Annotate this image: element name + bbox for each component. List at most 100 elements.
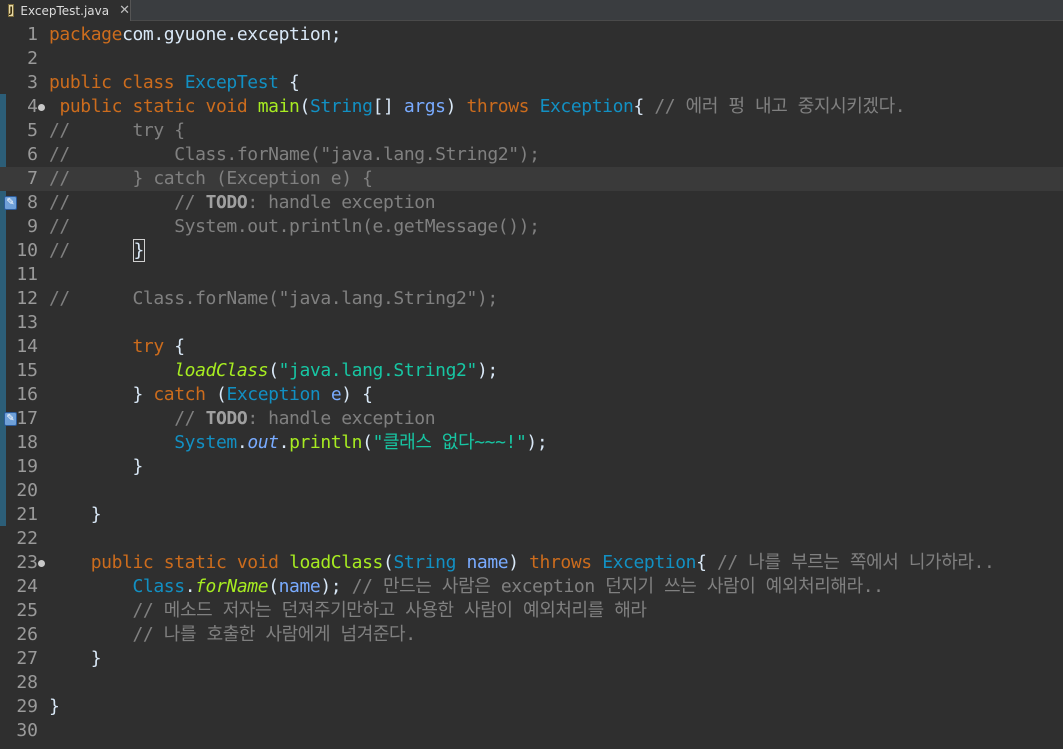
code-line[interactable]: 24 Class.forName(name); // 만드는 사람은 excep… bbox=[0, 575, 1063, 599]
code-token: { bbox=[163, 336, 185, 357]
code-text: } bbox=[49, 647, 102, 671]
code-token: // } catch (Exception e) { bbox=[49, 168, 373, 189]
code-text: public static void main(String[] args) t… bbox=[49, 95, 905, 119]
code-token: { bbox=[278, 72, 300, 93]
code-line[interactable]: 7 // } catch (Exception e) { bbox=[0, 167, 1063, 191]
line-number: 1 bbox=[27, 24, 38, 45]
code-text: // 메소드 저자는 던져주기만하고 사용한 사람이 예외처리를 해라 bbox=[49, 599, 647, 623]
code-line[interactable]: 15 loadClass("java.lang.String2"); bbox=[0, 359, 1063, 383]
code-token: // try { bbox=[49, 120, 185, 141]
code-text: packagecom.gyuone.exception; bbox=[49, 23, 342, 47]
code-text: // // TODO: handle exception bbox=[49, 191, 436, 215]
code-line[interactable]: 11 bbox=[0, 263, 1063, 287]
code-token: Exception bbox=[539, 96, 634, 117]
code-line[interactable]: 26 // 나를 호출한 사람에게 넘겨준다. bbox=[0, 623, 1063, 647]
code-token: Exception bbox=[226, 384, 321, 405]
code-text: // TODO: handle exception bbox=[49, 407, 435, 431]
code-line[interactable]: 28 bbox=[0, 671, 1063, 695]
code-line[interactable]: 25 // 메소드 저자는 던져주기만하고 사용한 사람이 예외처리를 해라 bbox=[0, 599, 1063, 623]
code-line[interactable]: 23 public static void loadClass(String n… bbox=[0, 551, 1063, 575]
code-token: public static void bbox=[90, 552, 279, 573]
code-token: ) { bbox=[341, 384, 373, 405]
code-token: // bbox=[49, 240, 133, 261]
code-token: main bbox=[257, 96, 300, 117]
line-number: 22 bbox=[16, 528, 38, 549]
fold-toggle-icon[interactable] bbox=[38, 560, 45, 567]
code-token: ( bbox=[299, 96, 311, 117]
code-line[interactable]: 3 public class ExcepTest { bbox=[0, 71, 1063, 95]
code-line[interactable]: 10 // } bbox=[0, 239, 1063, 263]
line-number: 20 bbox=[16, 480, 38, 501]
code-token: try bbox=[132, 336, 165, 357]
code-line[interactable]: 22 bbox=[0, 527, 1063, 551]
line-number: 7 bbox=[27, 168, 38, 189]
java-file-icon: J bbox=[8, 4, 15, 17]
code-token: println bbox=[289, 432, 363, 453]
line-number: 16 bbox=[16, 384, 38, 405]
code-token: // bbox=[174, 408, 206, 429]
code-text: // Class.forName("java.lang.String2"); bbox=[49, 287, 498, 311]
code-token: forName bbox=[195, 576, 269, 597]
code-token: ( bbox=[205, 384, 227, 405]
code-token: // // bbox=[49, 192, 206, 213]
code-token: String bbox=[309, 96, 373, 117]
code-token: ); bbox=[476, 360, 498, 381]
code-line[interactable]: 20 bbox=[0, 479, 1063, 503]
code-token: ( bbox=[268, 576, 279, 597]
code-line[interactable]: 2 bbox=[0, 47, 1063, 71]
line-number: 26 bbox=[16, 624, 38, 645]
code-editor[interactable]: 1 packagecom.gyuone.exception; 2 3 public cl… bbox=[0, 22, 1063, 749]
code-text: // try { bbox=[49, 119, 185, 143]
fold-toggle-icon[interactable] bbox=[38, 104, 45, 111]
code-token: Exception bbox=[602, 552, 697, 573]
code-line[interactable]: 12 // Class.forName("java.lang.String2"); bbox=[0, 287, 1063, 311]
code-token: ( bbox=[362, 432, 373, 453]
code-token: TODO bbox=[205, 192, 248, 213]
code-line[interactable]: 4 public static void main(String[] args)… bbox=[0, 95, 1063, 119]
code-line[interactable]: 18 System.out.println("클래스 없다~~~!"); bbox=[0, 431, 1063, 455]
code-line[interactable]: 5 // try { bbox=[0, 119, 1063, 143]
code-token: // 메소드 저자는 던져주기만하고 사용한 사람이 예외처리를 해라 bbox=[132, 600, 647, 621]
code-line[interactable]: 13 bbox=[0, 311, 1063, 335]
code-token: } bbox=[132, 239, 145, 262]
code-text: } catch (Exception e) { bbox=[49, 383, 373, 407]
code-text: Class.forName(name); // 만드는 사람은 exceptio… bbox=[49, 575, 885, 599]
code-line[interactable]: ✎ 8// // TODO: handle exception bbox=[0, 191, 1063, 215]
code-token: Class bbox=[132, 576, 186, 597]
line-number: 6 bbox=[27, 144, 38, 165]
code-line[interactable]: 27 } bbox=[0, 647, 1063, 671]
code-token: . bbox=[184, 576, 196, 597]
code-token: ExcepTest bbox=[184, 72, 279, 93]
code-line[interactable]: 30 bbox=[0, 719, 1063, 743]
code-line[interactable]: 9 // System.out.println(e.getMessage()); bbox=[0, 215, 1063, 239]
code-line[interactable]: 21 } bbox=[0, 503, 1063, 527]
line-number: 15 bbox=[16, 360, 38, 381]
code-line[interactable]: 14 try { bbox=[0, 335, 1063, 359]
code-text: // Class.forName("java.lang.String2"); bbox=[49, 143, 540, 167]
code-line[interactable]: ✎ 17 // TODO: handle exception bbox=[0, 407, 1063, 431]
code-token: public static void bbox=[59, 96, 248, 117]
line-number: 17 bbox=[16, 408, 38, 429]
code-token: // 나를 부르는 쪽에서 니가하라.. bbox=[717, 552, 995, 573]
code-text: // } catch (Exception e) { bbox=[49, 167, 373, 191]
tab-exceptest-java[interactable]: J ExcepTest.java ✕ bbox=[0, 0, 131, 21]
code-token: ); bbox=[526, 432, 548, 453]
line-number: 19 bbox=[16, 456, 38, 477]
close-icon[interactable]: ✕ bbox=[119, 3, 130, 18]
code-token: ) bbox=[445, 96, 467, 117]
code-line[interactable]: 29} bbox=[0, 695, 1063, 719]
code-token: TODO bbox=[205, 408, 248, 429]
code-token: throws bbox=[529, 552, 592, 573]
code-line[interactable]: 6 // Class.forName("java.lang.String2"); bbox=[0, 143, 1063, 167]
line-number: 4 bbox=[27, 96, 38, 117]
code-line[interactable]: 16 } catch (Exception e) { bbox=[0, 383, 1063, 407]
code-line[interactable]: 1 packagecom.gyuone.exception; bbox=[0, 23, 1063, 47]
code-token: name bbox=[278, 576, 321, 597]
code-token: args bbox=[403, 96, 446, 117]
code-line[interactable]: 19 } bbox=[0, 455, 1063, 479]
